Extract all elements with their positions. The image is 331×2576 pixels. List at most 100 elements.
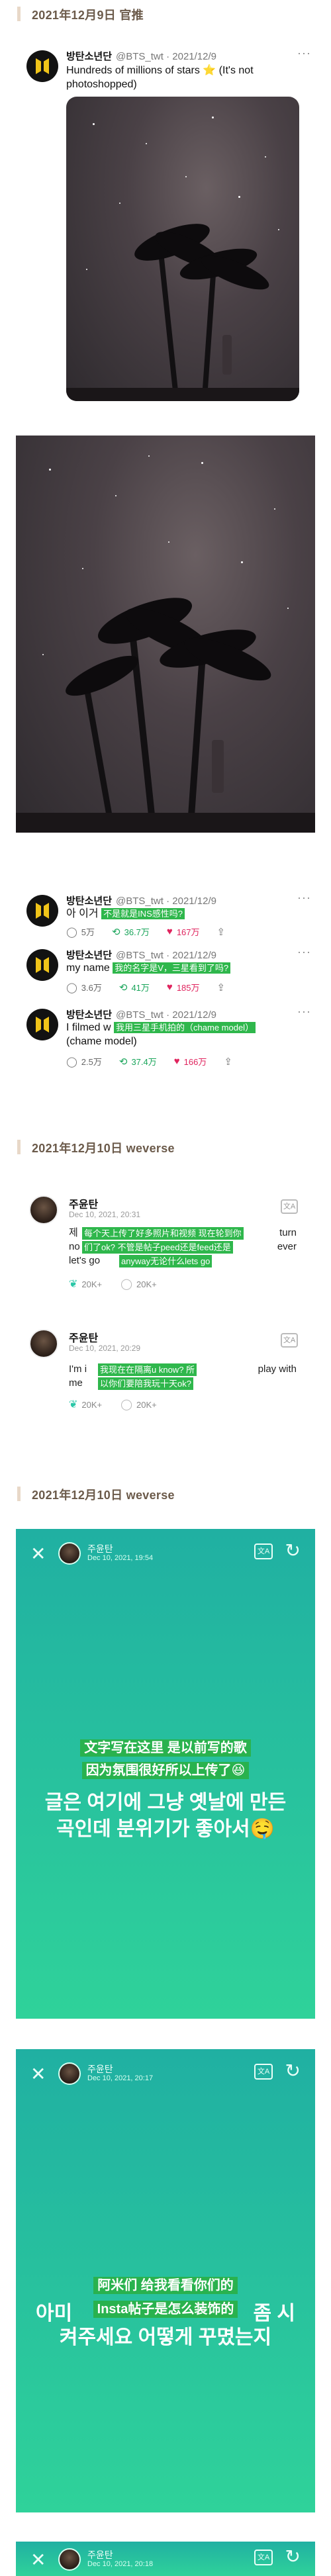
section-marker (17, 7, 21, 21)
tweet-handle: @BTS_twt · 2021/12/9 (116, 1009, 216, 1021)
story-panel[interactable]: ✕ 주윤탄 Dec 10, 2021, 20:17 文A ↻ 아미 좀 시 阿米… (16, 2049, 315, 2512)
section-header-2: 2021年12月10日 weverse (0, 1133, 331, 1160)
story-panel[interactable]: ✕ 주윤탄 Dec 10, 2021, 19:54 文A ↻ 文字写在这里 是以… (16, 1529, 315, 2019)
like-icon[interactable]: ❦ (69, 1277, 77, 1291)
story-author-name: 주윤탄 (87, 1543, 113, 1554)
tweet-text-original-end: (chame model) (66, 1036, 137, 1047)
tweet-photo[interactable] (66, 97, 299, 401)
avatar (58, 1542, 81, 1565)
comment-count: 20K+ (136, 1399, 157, 1410)
retweet-count: 36.7万 (124, 927, 150, 937)
share-button[interactable]: ⇪ (224, 1056, 236, 1068)
retweet-button[interactable]: ⟲ 36.7万 (112, 925, 150, 938)
translation-caption: Insta帖子是怎么装饰的 (16, 2299, 315, 2319)
avatar[interactable] (26, 50, 58, 82)
tweet-actions: ◯ 3.6万 ⟲ 41万 ♥ 185万 ⇪ (66, 981, 246, 993)
retweet-icon: ⟲ (118, 1056, 128, 1068)
like-count: 185万 (176, 983, 200, 993)
close-icon[interactable]: ✕ (30, 1545, 46, 1563)
close-icon[interactable]: ✕ (30, 2551, 46, 2569)
like-icon[interactable]: ❦ (69, 1398, 77, 1411)
heart-icon: ♥ (173, 1056, 180, 1067)
post-text-original: no (69, 1241, 80, 1252)
translation-line: 因为氛围很好所以上传了😆 (81, 1762, 250, 1779)
close-icon[interactable]: ✕ (30, 2065, 46, 2084)
translate-icon[interactable]: 文A (254, 2064, 273, 2080)
tweet-handle: @BTS_twt · 2021/12/9 (116, 51, 216, 62)
story-date: Dec 10, 2021, 19:54 (87, 1554, 154, 1562)
more-icon[interactable]: ··· (297, 46, 311, 60)
retweet-count: 37.4万 (131, 1057, 157, 1067)
tweet-header: 방탄소년단 @BTS_twt · 2021/12/9 (66, 894, 291, 907)
refresh-icon[interactable]: ↻ (285, 2546, 301, 2567)
translate-icon[interactable]: 文A (254, 1543, 273, 1559)
refresh-icon[interactable]: ↻ (285, 2060, 301, 2082)
comment-icon[interactable]: ◯ (120, 1398, 132, 1411)
story-author-name: 주윤탄 (87, 2550, 113, 2560)
avatar[interactable] (26, 895, 58, 927)
translation-highlight: 每个天上传了好多照片和视频 现在轮到你 (82, 1227, 244, 1240)
refresh-icon[interactable]: ↻ (285, 1540, 301, 1561)
share-button[interactable]: ⇪ (217, 982, 230, 993)
avatar[interactable] (26, 1009, 58, 1040)
translate-icon[interactable]: 文A (281, 1199, 298, 1214)
tweet-header: 방탄소년단 @BTS_twt · 2021/12/9 (66, 49, 291, 63)
more-icon[interactable]: ··· (297, 1005, 311, 1019)
section-header-1: 2021年12月9日 官推 (0, 0, 331, 26)
story-date: Dec 10, 2021, 20:18 (87, 2560, 154, 2568)
bts-logo-icon (36, 1017, 49, 1033)
tweet-author-name: 방탄소년단 (66, 51, 113, 62)
more-icon[interactable]: ··· (297, 945, 311, 959)
translation-caption: 因为氛围很好所以上传了😆 (16, 1761, 315, 1780)
tweet-text: 아 이거 不是就是INS感性吗? (66, 907, 291, 921)
like-button[interactable]: ♥ 185万 (167, 981, 200, 993)
tweet-actions: ◯ 2.5万 ⟲ 37.4万 ♥ 166万 ⇪ (66, 1055, 254, 1068)
avatar (58, 2062, 81, 2085)
tweet-text: I filmed w 我用三星手机拍的（chame model） (chame … (66, 1021, 291, 1048)
translate-icon[interactable]: 文A (281, 1333, 298, 1348)
tweet-author-name: 방탄소년단 (66, 1009, 113, 1021)
post-text-original: play with (258, 1363, 297, 1375)
more-icon[interactable]: ··· (297, 891, 311, 905)
translation-caption: 文字写在这里 是以前写的歌 (16, 1738, 315, 1758)
bts-logo-icon (36, 957, 49, 973)
avatar[interactable] (29, 1329, 58, 1358)
post-date: Dec 10, 2021, 20:31 (69, 1210, 141, 1219)
reply-button[interactable]: ◯ 2.5万 (66, 1055, 102, 1068)
reply-count: 3.6万 (81, 983, 102, 993)
full-photo[interactable] (16, 436, 315, 833)
comment-icon[interactable]: ◯ (120, 1277, 132, 1291)
tweet-text: Hundreds of millions of stars ⭐ (It's no… (66, 65, 254, 90)
reply-icon: ◯ (66, 982, 77, 993)
reply-button[interactable]: ◯ 3.6万 (66, 981, 102, 993)
tweet-text: my name 我的名字是V，三星看到了吗? (66, 961, 291, 975)
comment-count: 20K+ (136, 1279, 157, 1289)
post-reactions: ❦ 20K+ ◯ 20K+ (69, 1277, 157, 1291)
avatar[interactable] (26, 949, 58, 981)
translate-icon[interactable]: 文A (254, 2550, 273, 2565)
section-header-3: 2021年12月10日 weverse (0, 1480, 331, 1506)
retweet-button[interactable]: ⟲ 37.4万 (119, 1055, 157, 1068)
like-button[interactable]: ♥ 167万 (167, 925, 200, 938)
section-title: 2021年12月10日 weverse (32, 1489, 175, 1502)
tweet-text-original: my name (66, 962, 110, 974)
post-date: Dec 10, 2021, 20:29 (69, 1344, 141, 1353)
translation-caption: 阿米们 给我看看你们的 (16, 2276, 315, 2295)
like-button[interactable]: ♥ 166万 (174, 1055, 207, 1068)
story-date: Dec 10, 2021, 20:17 (87, 2074, 154, 2082)
post-text-original: turn (279, 1227, 297, 1238)
reply-button[interactable]: ◯ 5万 (66, 925, 95, 938)
reply-count: 2.5万 (81, 1057, 102, 1067)
avatar[interactable] (29, 1195, 58, 1224)
retweet-icon: ⟲ (118, 982, 128, 993)
post-text-original: let's go (69, 1255, 101, 1266)
like-count: 167万 (176, 927, 200, 937)
section-title: 2021年12月9日 官推 (32, 9, 144, 22)
post-author-name: 주윤탄 (69, 1333, 99, 1344)
story-panel[interactable]: ✕ 주윤탄 Dec 10, 2021, 20:18 文A ↻ (16, 2542, 315, 2576)
reply-count: 5万 (81, 927, 95, 937)
retweet-button[interactable]: ⟲ 41万 (119, 981, 150, 993)
share-icon: ⇪ (216, 926, 226, 938)
section-marker (17, 1487, 21, 1501)
share-button[interactable]: ⇪ (217, 926, 230, 938)
